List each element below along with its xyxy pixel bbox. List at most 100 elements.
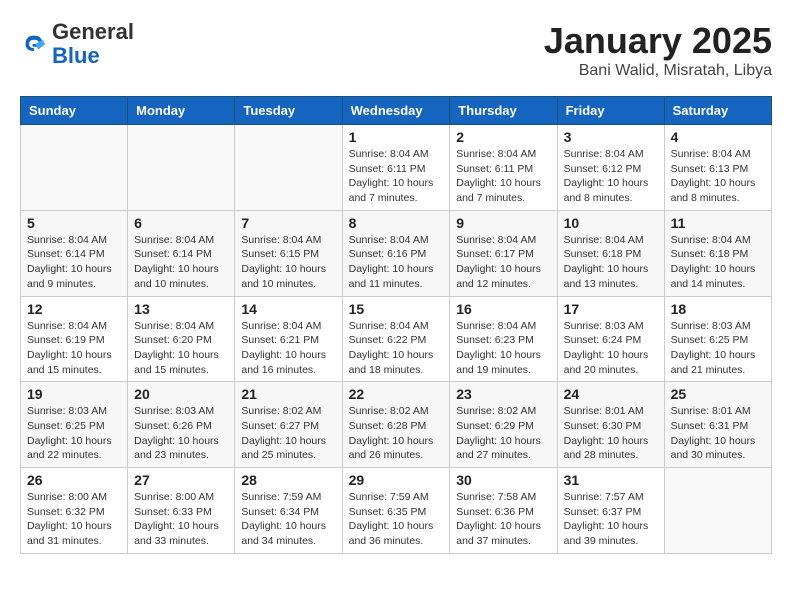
day-number: 20 <box>134 386 228 402</box>
calendar-day: 10 Sunrise: 8:04 AM Sunset: 6:18 PM Dayli… <box>557 210 664 296</box>
day-number: 30 <box>456 472 550 488</box>
calendar-day: 29 Sunrise: 7:59 AM Sunset: 6:35 PM Dayli… <box>342 468 450 554</box>
day-info: Sunrise: 7:58 AM Sunset: 6:36 PM Dayligh… <box>456 490 550 549</box>
day-info: Sunrise: 8:04 AM Sunset: 6:23 PM Dayligh… <box>456 319 550 378</box>
day-info: Sunrise: 8:02 AM Sunset: 6:29 PM Dayligh… <box>456 404 550 463</box>
day-number: 26 <box>27 472 121 488</box>
calendar-day: 24 Sunrise: 8:01 AM Sunset: 6:30 PM Dayli… <box>557 382 664 468</box>
day-number: 6 <box>134 215 228 231</box>
calendar-day: 5Sunrise: 8:04 AM Sunset: 6:14 PM Daylig… <box>21 210 128 296</box>
calendar-day: 22Sunrise: 8:02 AM Sunset: 6:28 PM Dayli… <box>342 382 450 468</box>
day-info: Sunrise: 8:04 AM Sunset: 6:11 PM Dayligh… <box>456 147 550 206</box>
logo-text: General Blue <box>52 20 134 68</box>
day-number: 17 <box>564 301 658 317</box>
day-header-sunday: Sunday <box>21 97 128 125</box>
day-info: Sunrise: 8:00 AM Sunset: 6:33 PM Dayligh… <box>134 490 228 549</box>
calendar-day: 31 Sunrise: 7:57 AM Sunset: 6:37 PM Dayli… <box>557 468 664 554</box>
calendar-day: 20Sunrise: 8:03 AM Sunset: 6:26 PM Dayli… <box>128 382 235 468</box>
day-info: Sunrise: 8:04 AM Sunset: 6:13 PM Dayligh… <box>671 147 765 206</box>
calendar-week-row: 12Sunrise: 8:04 AM Sunset: 6:19 PM Dayli… <box>21 296 772 382</box>
title-area: January 2025 Bani Walid, Misratah, Libya <box>544 20 772 80</box>
day-info: Sunrise: 8:04 AM Sunset: 6:22 PM Dayligh… <box>349 319 444 378</box>
day-header-wednesday: Wednesday <box>342 97 450 125</box>
calendar-day: 7Sunrise: 8:04 AM Sunset: 6:15 PM Daylig… <box>235 210 342 296</box>
day-number: 11 <box>671 215 765 231</box>
day-number: 3 <box>564 129 658 145</box>
day-number: 4 <box>671 129 765 145</box>
calendar-week-row: 5 Sunrise: 8:04 AM Sunset: 6:14 PM Daylig… <box>21 210 772 296</box>
day-number: 29 <box>349 472 444 488</box>
calendar-day: 18Sunrise: 8:03 AM Sunset: 6:25 PM Dayli… <box>664 296 771 382</box>
day-number: 16 <box>456 301 550 317</box>
day-info: Sunrise: 8:01 AM Sunset: 6:31 PM Dayligh… <box>671 404 765 463</box>
calendar-day: 3Sunrise: 8:04 AM Sunset: 6:12 PM Daylig… <box>557 125 664 211</box>
calendar-day: 19 Sunrise: 8:03 AM Sunset: 6:25 PM Dayli… <box>21 382 128 468</box>
calendar-day: 23 Sunrise: 8:02 AM Sunset: 6:29 PM Dayli… <box>450 382 557 468</box>
day-info: Sunrise: 8:00 AM Sunset: 6:32 PM Dayligh… <box>27 490 121 549</box>
day-number: 24 <box>564 386 658 402</box>
day-number: 18 <box>671 301 765 317</box>
day-number: 23 <box>456 386 550 402</box>
day-header-friday: Friday <box>557 97 664 125</box>
calendar-week-row: 19 Sunrise: 8:03 AM Sunset: 6:25 PM Dayli… <box>21 382 772 468</box>
day-number: 21 <box>241 386 335 402</box>
day-info: Sunrise: 7:57 AM Sunset: 6:37 PM Dayligh… <box>564 490 658 549</box>
calendar-day: 14 Sunrise: 8:04 AM Sunset: 6:21 PM Dayli… <box>235 296 342 382</box>
day-number: 13 <box>134 301 228 317</box>
calendar-day <box>235 125 342 211</box>
day-number: 2 <box>456 129 550 145</box>
day-info: Sunrise: 8:04 AM Sunset: 6:21 PM Dayligh… <box>241 319 335 378</box>
calendar-day: 13Sunrise: 8:04 AM Sunset: 6:20 PM Dayli… <box>128 296 235 382</box>
calendar-day: 17 Sunrise: 8:03 AM Sunset: 6:24 PM Dayli… <box>557 296 664 382</box>
day-number: 28 <box>241 472 335 488</box>
day-info: Sunrise: 8:04 AM Sunset: 6:11 PM Dayligh… <box>349 147 444 206</box>
day-number: 7 <box>241 215 335 231</box>
calendar-table: SundayMondayTuesdayWednesdayThursdayFrid… <box>20 96 772 554</box>
day-info: Sunrise: 8:03 AM Sunset: 6:24 PM Dayligh… <box>564 319 658 378</box>
calendar-day: 30 Sunrise: 7:58 AM Sunset: 6:36 PM Dayli… <box>450 468 557 554</box>
day-info: Sunrise: 8:01 AM Sunset: 6:30 PM Dayligh… <box>564 404 658 463</box>
calendar-day: 25 Sunrise: 8:01 AM Sunset: 6:31 PM Dayli… <box>664 382 771 468</box>
calendar-header-row: SundayMondayTuesdayWednesdayThursdayFrid… <box>21 97 772 125</box>
day-info: Sunrise: 8:04 AM Sunset: 6:18 PM Dayligh… <box>671 233 765 292</box>
day-header-thursday: Thursday <box>450 97 557 125</box>
calendar-week-row: 26 Sunrise: 8:00 AM Sunset: 6:32 PM Dayli… <box>21 468 772 554</box>
day-info: Sunrise: 7:59 AM Sunset: 6:35 PM Dayligh… <box>349 490 444 549</box>
calendar-day: 9Sunrise: 8:04 AM Sunset: 6:17 PM Daylig… <box>450 210 557 296</box>
day-number: 5 <box>27 215 121 231</box>
day-info: Sunrise: 8:03 AM Sunset: 6:25 PM Dayligh… <box>27 404 121 463</box>
day-info: Sunrise: 8:04 AM Sunset: 6:18 PM Dayligh… <box>564 233 658 292</box>
day-header-tuesday: Tuesday <box>235 97 342 125</box>
calendar-week-row: 1 Sunrise: 8:04 AM Sunset: 6:11 PM Daylig… <box>21 125 772 211</box>
calendar-day: 26 Sunrise: 8:00 AM Sunset: 6:32 PM Dayli… <box>21 468 128 554</box>
calendar-day: 8 Sunrise: 8:04 AM Sunset: 6:16 PM Daylig… <box>342 210 450 296</box>
logo: General Blue <box>20 20 134 68</box>
calendar-day: 21Sunrise: 8:02 AM Sunset: 6:27 PM Dayli… <box>235 382 342 468</box>
day-number: 14 <box>241 301 335 317</box>
day-number: 31 <box>564 472 658 488</box>
day-number: 10 <box>564 215 658 231</box>
day-info: Sunrise: 8:04 AM Sunset: 6:17 PM Dayligh… <box>456 233 550 292</box>
month-title: January 2025 <box>544 20 772 62</box>
calendar-day <box>21 125 128 211</box>
day-info: Sunrise: 8:02 AM Sunset: 6:28 PM Dayligh… <box>349 404 444 463</box>
day-number: 8 <box>349 215 444 231</box>
calendar-day: 11 Sunrise: 8:04 AM Sunset: 6:18 PM Dayli… <box>664 210 771 296</box>
day-number: 1 <box>349 129 444 145</box>
calendar-day: 15Sunrise: 8:04 AM Sunset: 6:22 PM Dayli… <box>342 296 450 382</box>
calendar-day: 2 Sunrise: 8:04 AM Sunset: 6:11 PM Daylig… <box>450 125 557 211</box>
calendar-day: 27 Sunrise: 8:00 AM Sunset: 6:33 PM Dayli… <box>128 468 235 554</box>
day-number: 19 <box>27 386 121 402</box>
day-number: 25 <box>671 386 765 402</box>
day-number: 27 <box>134 472 228 488</box>
calendar-day: 28Sunrise: 7:59 AM Sunset: 6:34 PM Dayli… <box>235 468 342 554</box>
calendar-day: 4 Sunrise: 8:04 AM Sunset: 6:13 PM Daylig… <box>664 125 771 211</box>
day-header-saturday: Saturday <box>664 97 771 125</box>
day-info: Sunrise: 8:04 AM Sunset: 6:16 PM Dayligh… <box>349 233 444 292</box>
calendar-day <box>128 125 235 211</box>
calendar-day: 6 Sunrise: 8:04 AM Sunset: 6:14 PM Daylig… <box>128 210 235 296</box>
page-header: General Blue January 2025 Bani Walid, Mi… <box>20 20 772 80</box>
calendar-day: 1 Sunrise: 8:04 AM Sunset: 6:11 PM Daylig… <box>342 125 450 211</box>
day-info: Sunrise: 8:04 AM Sunset: 6:19 PM Dayligh… <box>27 319 121 378</box>
day-info: Sunrise: 8:04 AM Sunset: 6:14 PM Dayligh… <box>134 233 228 292</box>
